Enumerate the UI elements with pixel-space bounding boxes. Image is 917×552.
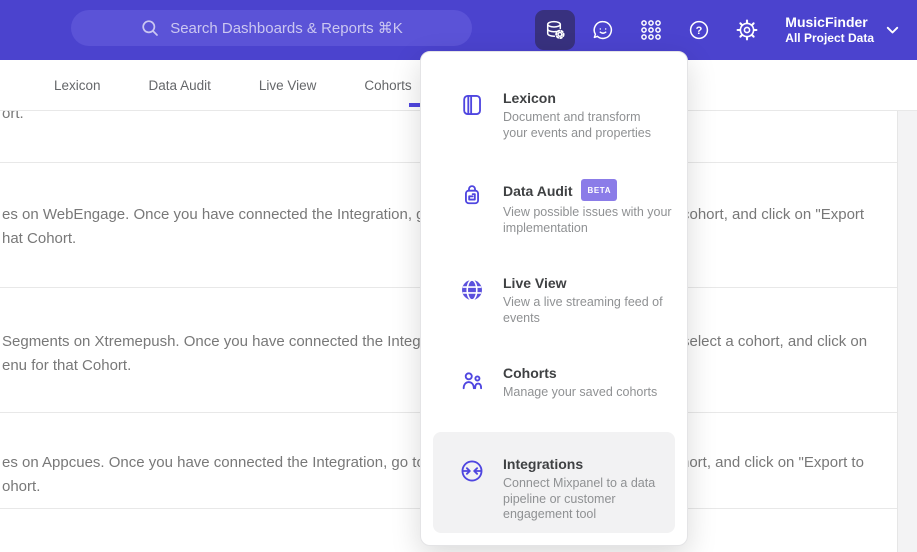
menu-item-description: Connect Mixpanel to a data pipeline or c… <box>503 476 656 521</box>
people-icon <box>459 367 485 393</box>
menu-item-title: Data Audit BETA <box>503 179 683 202</box>
page-text-fragment: hat Cohort. <box>2 230 77 247</box>
search-placeholder: Search Dashboards & Reports ⌘K <box>170 20 403 37</box>
apps-button[interactable] <box>631 10 671 50</box>
menu-item-data-audit[interactable]: Data Audit BETA View possible issues wit… <box>421 179 687 236</box>
menu-item-description: Document and transform your events and p… <box>503 110 652 140</box>
page-text-fragment: hort, and click on "Export to <box>681 454 864 471</box>
menu-item-title: Lexicon <box>503 90 556 106</box>
tab-cohorts[interactable]: Cohorts <box>362 78 413 93</box>
svg-text:?: ? <box>696 25 703 37</box>
feedback-button[interactable] <box>583 10 623 50</box>
help-icon: ? <box>687 18 711 42</box>
book-icon <box>459 92 485 118</box>
menu-item-title: Cohorts <box>503 365 557 381</box>
project-subtitle: All Project Data <box>785 31 874 45</box>
project-name: MusicFinder <box>785 14 868 30</box>
help-button[interactable]: ? <box>679 10 719 50</box>
menu-item-description: Manage your saved cohorts <box>503 385 658 399</box>
project-switcher[interactable]: MusicFinder All Project Data <box>785 14 905 46</box>
lock-audit-icon <box>459 182 485 208</box>
data-management-icon <box>543 18 567 42</box>
page-text-fragment: cohort, and click on "Export <box>682 206 865 223</box>
page-text-fragment: enu for that Cohort. <box>2 357 132 374</box>
page-text-fragment: es on Appcues. Once you have connected t… <box>2 454 467 471</box>
menu-item-lexicon[interactable]: Lexicon Document and transform your even… <box>421 90 687 141</box>
settings-button[interactable] <box>727 10 767 50</box>
page-text-fragment: ohort. <box>2 478 41 495</box>
feedback-chat-icon <box>591 18 615 42</box>
page-text-fragment: es on WebEngage. Once you have connected… <box>2 206 475 223</box>
menu-item-title: Live View <box>503 275 567 291</box>
search-input[interactable]: Search Dashboards & Reports ⌘K <box>71 10 472 46</box>
navigation-dropdown-panel: Lexicon Document and transform your even… <box>420 51 688 546</box>
search-icon <box>140 18 160 38</box>
menu-item-live-view[interactable]: Live View View a live streaming feed of … <box>421 275 687 326</box>
tab-live-view[interactable]: Live View <box>257 78 319 93</box>
menu-item-title: Integrations <box>503 456 584 472</box>
page-text-fragment: select a cohort, and click on <box>682 333 868 350</box>
globe-icon <box>459 277 485 303</box>
sync-arrows-icon <box>459 458 485 484</box>
menu-item-description: View a live streaming feed of events <box>503 295 663 325</box>
apps-grid-icon <box>639 18 663 42</box>
chevron-down-icon <box>886 26 899 35</box>
data-management-button[interactable] <box>535 10 576 50</box>
tab-lexicon[interactable]: Lexicon <box>52 78 103 93</box>
settings-gear-icon <box>735 18 759 42</box>
scrollbar-gutter[interactable] <box>897 110 917 552</box>
tab-data-audit[interactable]: Data Audit <box>147 78 213 93</box>
menu-item-description: View possible issues with your implement… <box>503 205 672 235</box>
menu-item-cohorts[interactable]: Cohorts Manage your saved cohorts <box>421 365 687 401</box>
menu-item-integrations[interactable]: Integrations Connect Mixpanel to a data … <box>433 432 675 533</box>
beta-badge: BETA <box>581 179 618 201</box>
page-text-fragment: Segments on Xtremepush. Once you have co… <box>2 333 463 350</box>
